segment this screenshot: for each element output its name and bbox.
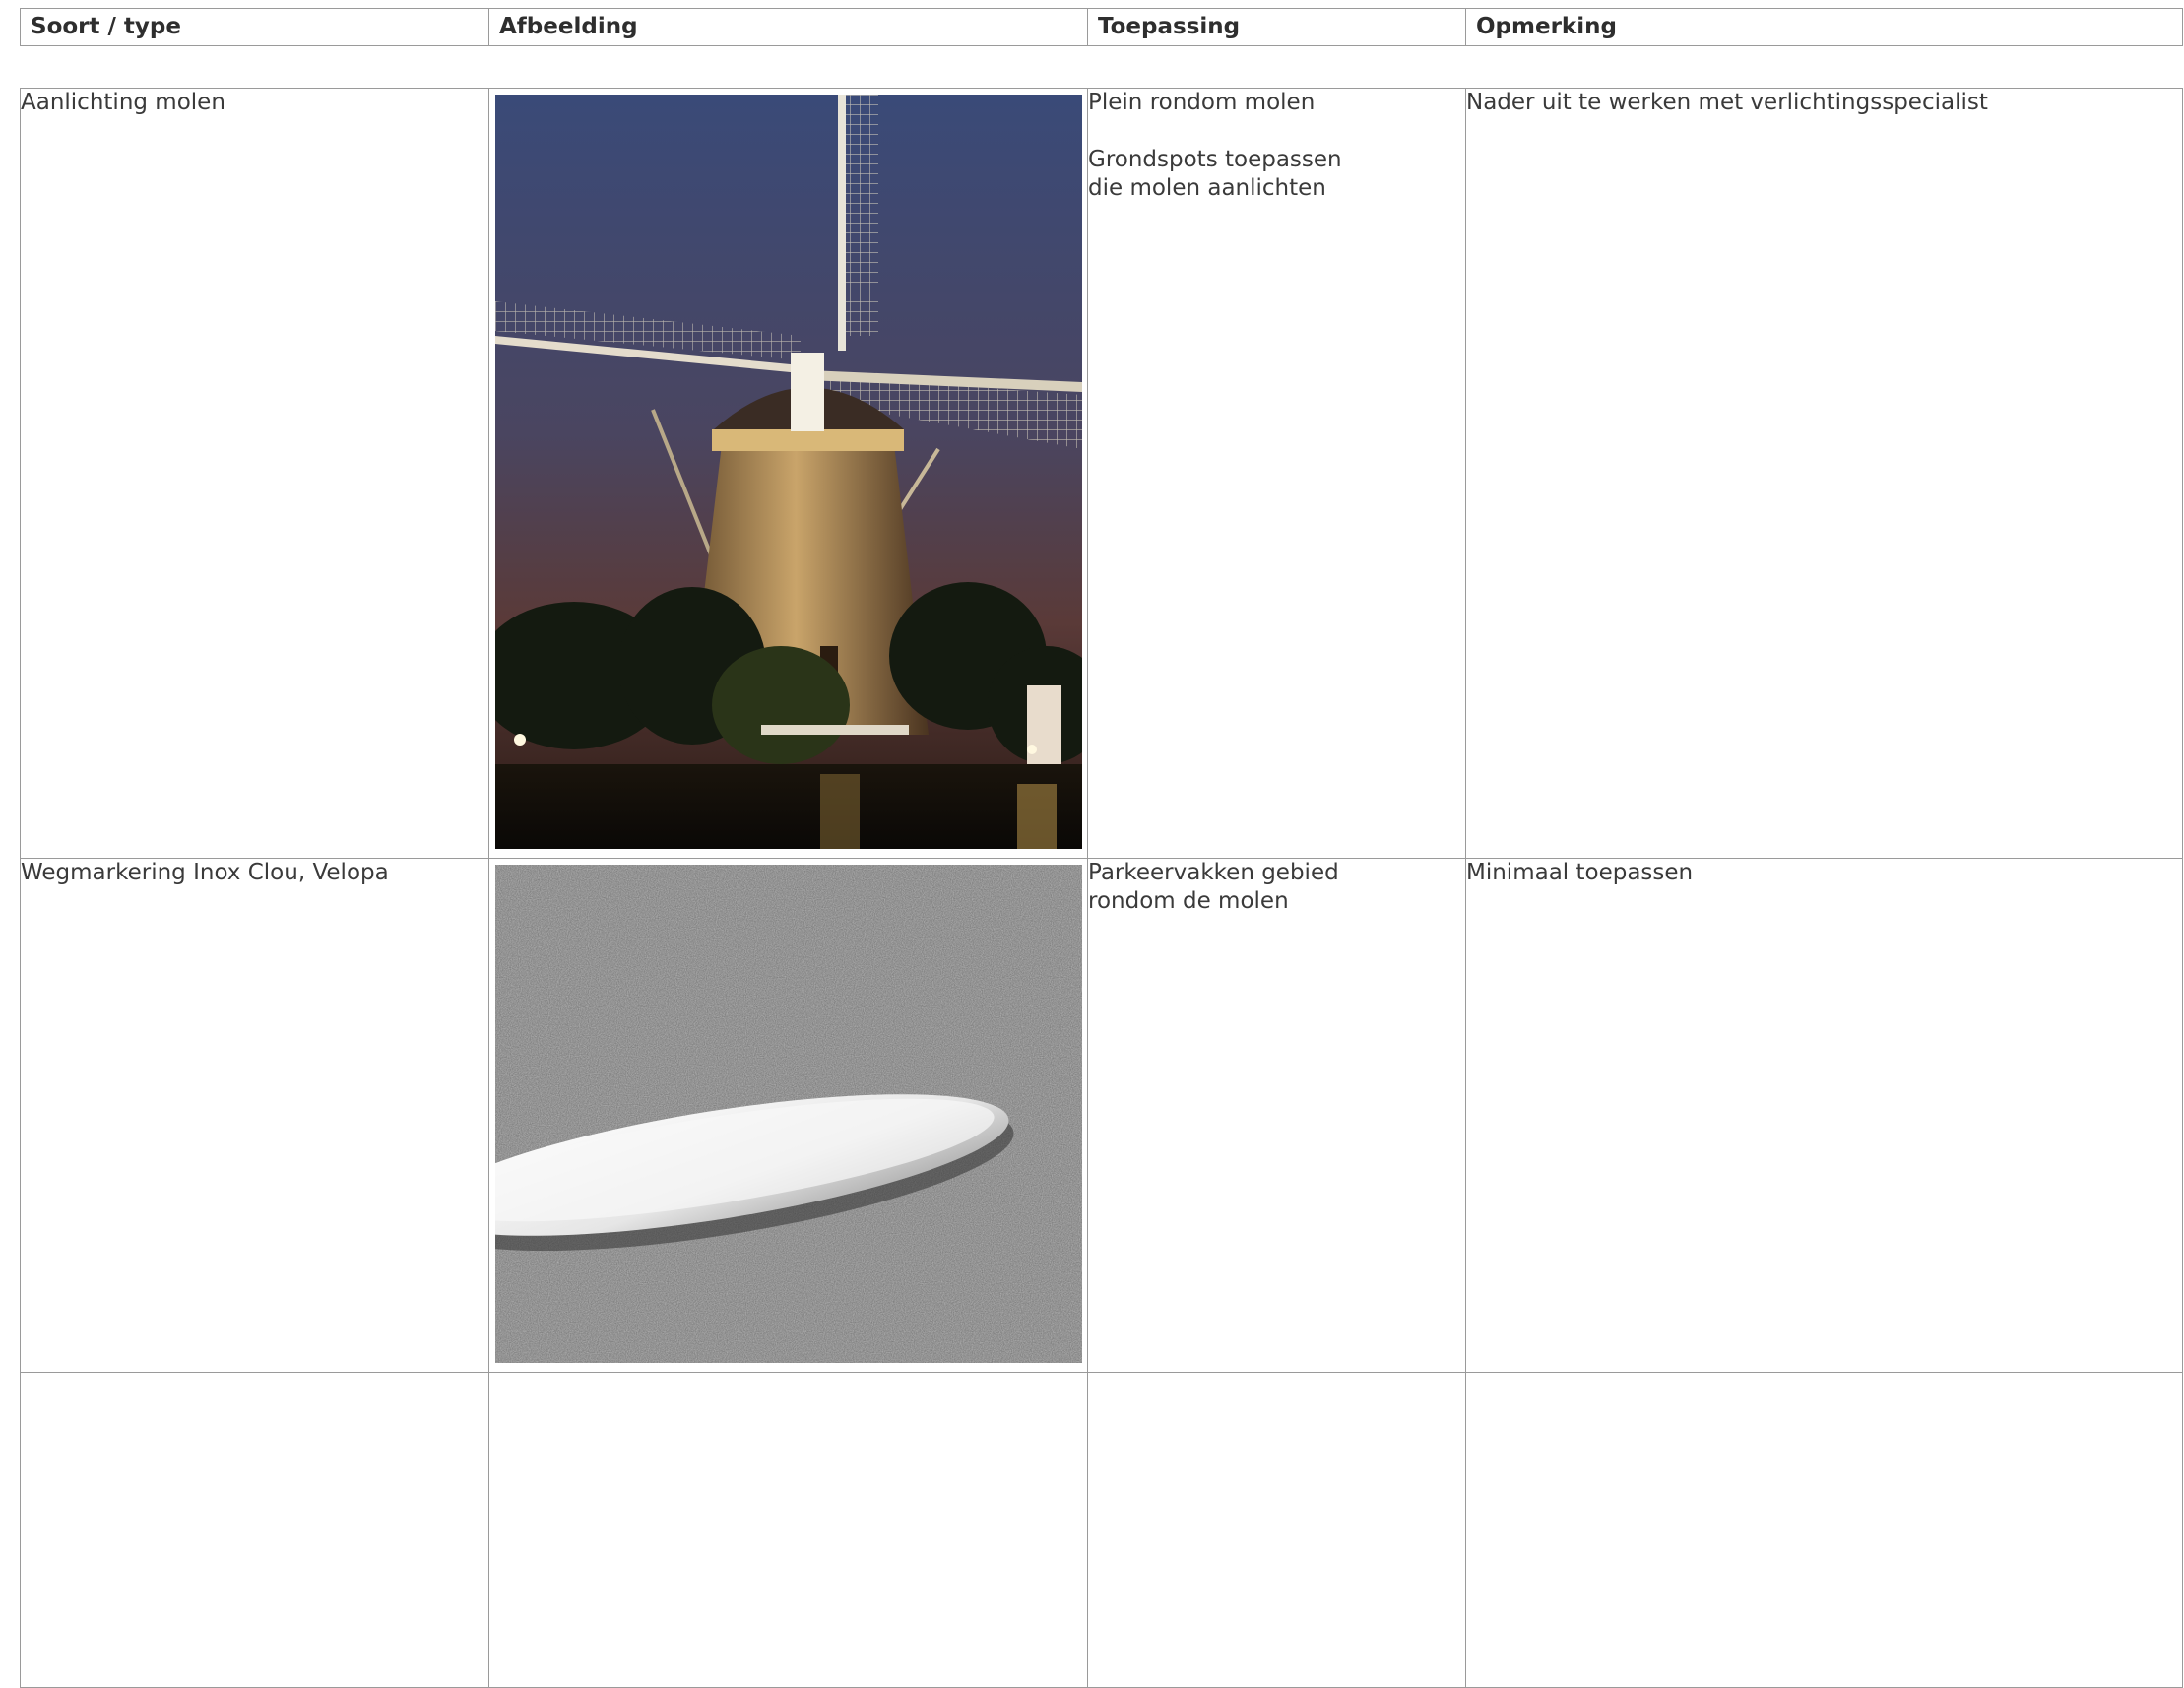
header-toepassing: Toepassing xyxy=(1087,8,1466,46)
toepassing-line: die molen aanlichten xyxy=(1088,175,1326,201)
header-afbeelding: Afbeelding xyxy=(488,8,1088,46)
opmerking-text: Nader uit te werken met verlichtingsspec… xyxy=(1466,90,1988,115)
header-soort-type: Soort / type xyxy=(20,8,489,46)
table-row: Aanlichting molen Plein rondom molen Gro… xyxy=(20,88,2183,859)
type-text: Wegmarkering Inox Clou, Velopa xyxy=(21,860,389,885)
cell-image xyxy=(488,858,1088,1373)
cell-toepassing xyxy=(1087,1372,1466,1688)
toepassing-line: rondom de molen xyxy=(1088,888,1289,914)
road-stud-image xyxy=(495,865,1082,1363)
toepassing-line: Grondspots toepassen xyxy=(1088,147,1342,172)
cell-type xyxy=(20,1372,489,1688)
table-header: Soort / type Afbeelding Toepassing Opmer… xyxy=(20,8,2183,46)
cell-opmerking: Nader uit te werken met verlichtingsspec… xyxy=(1465,88,2183,859)
opmerking-text: Minimaal toepassen xyxy=(1466,860,1694,885)
toepassing-line: Parkeervakken gebied xyxy=(1088,860,1339,885)
type-text: Aanlichting molen xyxy=(21,90,225,115)
table-body: Aanlichting molen Plein rondom molen Gro… xyxy=(20,88,2183,1688)
toepassing-line: Plein rondom molen xyxy=(1088,90,1316,115)
table-row: Wegmarkering Inox Clou, Velopa Parkeerva… xyxy=(20,858,2183,1373)
header-row: Soort / type Afbeelding Toepassing Opmer… xyxy=(20,8,2183,46)
table-row xyxy=(20,1372,2183,1688)
windmill-image xyxy=(495,95,1082,849)
cell-image xyxy=(488,88,1088,859)
cell-toepassing: Plein rondom molen Grondspots toepassen … xyxy=(1087,88,1466,859)
cell-image xyxy=(488,1372,1088,1688)
cell-opmerking xyxy=(1465,1372,2183,1688)
cell-opmerking: Minimaal toepassen xyxy=(1465,858,2183,1373)
cell-type: Aanlichting molen xyxy=(20,88,489,859)
header-opmerking: Opmerking xyxy=(1465,8,2183,46)
cell-toepassing: Parkeervakken gebied rondom de molen xyxy=(1087,858,1466,1373)
cell-type: Wegmarkering Inox Clou, Velopa xyxy=(20,858,489,1373)
